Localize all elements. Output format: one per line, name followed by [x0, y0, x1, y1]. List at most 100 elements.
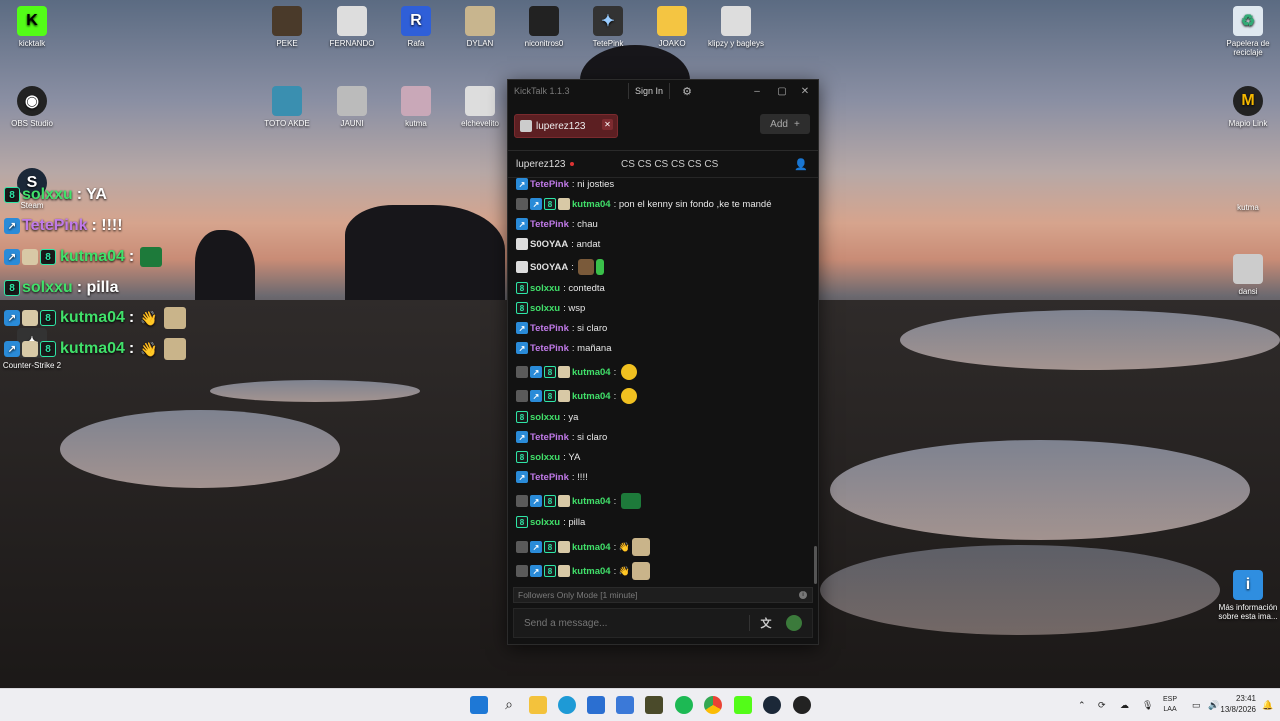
desktop-icon-peke[interactable]: PEKE: [255, 6, 319, 48]
chat-message: S0OYAA: andat: [516, 238, 600, 250]
message-input[interactable]: [522, 616, 746, 630]
chat-message: ↗ 8 kutma04:: [516, 363, 637, 381]
badge-icon: ↗: [516, 178, 528, 190]
desktop-icon-dansi[interactable]: dansi: [1216, 254, 1280, 296]
outlook-icon[interactable]: [616, 696, 634, 714]
settings-gear-icon[interactable]: ⚙: [680, 83, 694, 99]
cloud-icon[interactable]: ☁: [1120, 689, 1129, 721]
close-button[interactable]: ✕: [794, 83, 816, 99]
photo-icon: [337, 6, 367, 36]
store-icon[interactable]: [587, 696, 605, 714]
desktop-icon-kicktalk[interactable]: Kkicktalk: [0, 6, 64, 48]
badge-icon: ↗: [530, 198, 542, 210]
photo-icon: [272, 86, 302, 116]
overlay-line: ↗ 8 kutma04: 👋: [4, 307, 186, 329]
desktop-icon-klipzy[interactable]: klipzy y bagleys: [704, 6, 768, 48]
desktop-icon-fernando[interactable]: FERNANDO: [320, 6, 384, 48]
desktop-icon-mapio[interactable]: M Mapio Link: [1216, 86, 1280, 128]
badge-icon: ↗: [4, 341, 20, 357]
obs-icon: ◉: [17, 86, 47, 116]
badge-icon: [516, 261, 528, 273]
file-explorer-icon[interactable]: [529, 696, 547, 714]
desktop-icon-kutma-right[interactable]: kutma: [1216, 170, 1280, 212]
tab-channel[interactable]: luperez123 ✕: [514, 114, 618, 138]
desktop-icon-joako[interactable]: JOAKO: [640, 6, 704, 48]
desktop-icon-dylan[interactable]: DYLAN: [448, 6, 512, 48]
stream-title: CS CS CS CS CS CS: [621, 159, 719, 170]
kick-icon[interactable]: [734, 696, 752, 714]
notification-bell-icon[interactable]: 🔔: [1262, 689, 1273, 721]
emote-icon: [620, 388, 637, 404]
add-channel-button[interactable]: Add +: [760, 114, 810, 134]
chat-message: ↗ 8 kutma04:: [516, 387, 637, 405]
badge-icon: ↗: [516, 471, 528, 483]
minimize-button[interactable]: –: [746, 83, 768, 99]
desktop-icon-jauni[interactable]: JAUNI: [320, 86, 384, 128]
chrome-icon[interactable]: [704, 696, 722, 714]
photo-icon: [465, 86, 495, 116]
desktop-icon-recycle-bin[interactable]: ♻ Papelera de reciclaje: [1216, 6, 1280, 57]
badge-icon: [558, 495, 570, 507]
windows-start-icon[interactable]: [470, 696, 488, 714]
chat-message: ↗ TetePink: si claro: [516, 431, 607, 443]
desktop-icon-kutma[interactable]: kutma: [384, 86, 448, 128]
badge-icon: ↗: [516, 322, 528, 334]
badge-icon: ↗: [530, 390, 542, 402]
app-icon[interactable]: [645, 696, 663, 714]
chat-message: ↗ 8 kutma04:: [516, 492, 641, 510]
info-icon[interactable]: i: [799, 591, 807, 599]
stumble-icon: [657, 6, 687, 36]
translate-icon[interactable]: 文: [749, 615, 774, 631]
user-list-icon[interactable]: 👤: [794, 158, 808, 171]
microphone-icon[interactable]: 🎙: [1142, 689, 1153, 721]
badge-icon: ↗: [4, 249, 20, 265]
badge-icon: ↗: [530, 495, 542, 507]
desktop-icon-elchevelito[interactable]: elchevelito: [448, 86, 512, 128]
badge-icon: [516, 198, 528, 210]
desktop-icon-toto[interactable]: TOTO AKDE: [255, 86, 319, 128]
badge-icon: 8: [516, 516, 528, 528]
chat-message: ↗ TetePink: si claro: [516, 322, 607, 334]
desktop-icon-rafa[interactable]: R Rafa: [384, 6, 448, 48]
desktop-icon-info[interactable]: i Más información sobre esta ima...: [1216, 570, 1280, 621]
emote-picker-icon[interactable]: [786, 615, 802, 631]
volume-icon[interactable]: 🔊: [1208, 689, 1219, 721]
kick-icon: K: [17, 6, 47, 36]
chat-message: 8 solxxu: YA: [516, 451, 580, 463]
edge-icon[interactable]: [558, 696, 576, 714]
badge-icon: [558, 366, 570, 378]
emote-icon: [596, 259, 605, 275]
chat-scrollbar[interactable]: [814, 546, 817, 584]
chat-message: ↗ 8 kutma04: 👋: [516, 561, 651, 581]
search-icon[interactable]: ⌕: [500, 696, 518, 714]
language-indicator[interactable]: ESP LAA: [1163, 689, 1177, 721]
badge-icon: ↗: [516, 431, 528, 443]
badge-icon: [558, 541, 570, 553]
channel-tabs: luperez123 ✕ Add +: [508, 102, 818, 151]
maximize-button[interactable]: ▢: [771, 83, 793, 99]
steam-icon[interactable]: [763, 696, 781, 714]
photo-icon: [1233, 254, 1263, 284]
desktop-icon-tetepink[interactable]: ✦ TetePink: [576, 6, 640, 48]
spotify-icon[interactable]: [675, 696, 693, 714]
network-icon[interactable]: ▭: [1192, 689, 1201, 721]
clock[interactable]: 23:41 13/8/2026: [1220, 693, 1256, 715]
chat-message: 8 solxxu: pilla: [516, 516, 585, 528]
tray-overflow-icon[interactable]: ⌃: [1078, 689, 1086, 721]
sign-in-button[interactable]: Sign In: [628, 83, 671, 99]
desktop-icon-obs[interactable]: ◉ OBS Studio: [0, 86, 64, 128]
channel-header: luperez123 CS CS CS CS CS CS 👤: [508, 151, 818, 178]
title-bar: KickTalk 1.1.3 Sign In ⚙ – ▢ ✕: [508, 80, 818, 102]
chat-message: 8 solxxu: ya: [516, 411, 578, 423]
close-tab-icon[interactable]: ✕: [602, 119, 613, 130]
badge-icon: [516, 541, 528, 553]
sync-icon[interactable]: ⟳: [1098, 689, 1106, 721]
channel-name: luperez123: [516, 159, 566, 170]
app-icon[interactable]: [793, 696, 811, 714]
badge-icon: 8: [544, 366, 556, 378]
badge-icon: [558, 390, 570, 402]
desktop-icon-niconitros0[interactable]: niconitros0: [512, 6, 576, 48]
emote-icon: [620, 493, 641, 509]
wave-emoji-icon: 👋: [618, 541, 631, 552]
avatar: [520, 120, 532, 132]
